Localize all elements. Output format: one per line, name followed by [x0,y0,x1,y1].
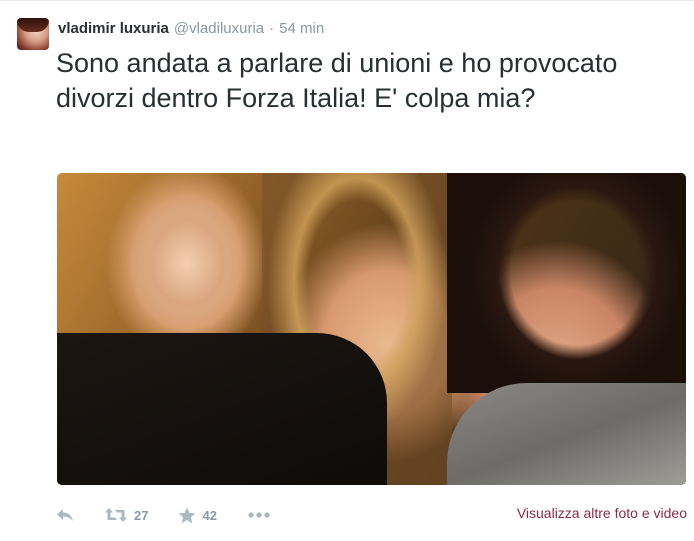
favorite-button[interactable]: 42 [178,507,217,524]
more-button[interactable] [247,511,271,519]
tweet-text: Sono andata a parlare di unioni e ho pro… [56,48,618,113]
retweet-count: 27 [134,507,149,523]
photo-hair-right [447,173,686,393]
photo-dress-left [57,333,387,485]
user-fullname[interactable]: vladimir luxuria [58,20,169,37]
separator-dot: · [269,20,275,37]
tweet-timestamp[interactable]: 54 min [279,20,324,37]
tweet-header: vladimir luxuria @vladiluxuria · 54 min [58,20,324,40]
tweet-actions: 27 42 [56,504,301,526]
more-icon [247,511,271,519]
retweet-icon [104,507,128,523]
favorite-count: 42 [202,507,217,523]
photo-dress-right [447,383,686,485]
user-handle[interactable]: @vladiluxuria [174,20,264,37]
retweet-button[interactable]: 27 [104,507,148,523]
avatar[interactable] [17,18,49,50]
tweet: vladimir luxuria @vladiluxuria · 54 min … [0,0,694,541]
tweet-photo[interactable] [57,173,686,485]
reply-button[interactable] [56,507,74,523]
view-more-media-link[interactable]: Visualizza altre foto e video [517,504,687,522]
reply-icon [56,507,74,523]
photo-hand [117,193,257,333]
star-icon [178,507,196,524]
avatar-hair [17,18,49,32]
